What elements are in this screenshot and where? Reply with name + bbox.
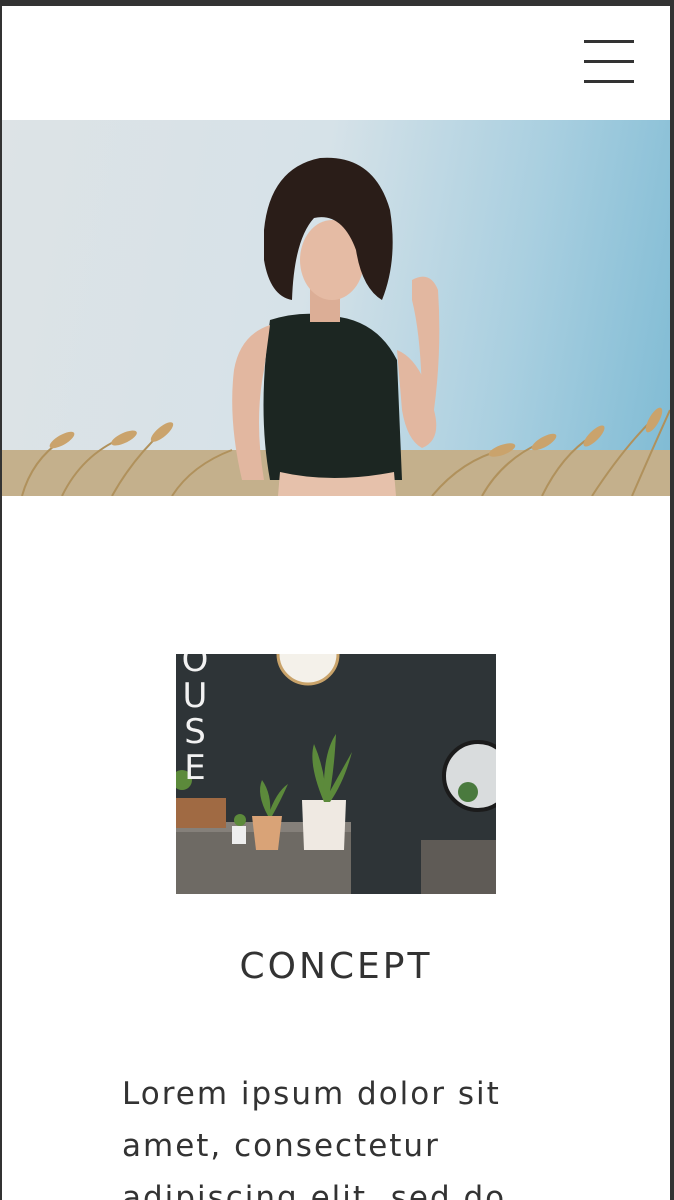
- concept-image: O U S E: [176, 654, 496, 894]
- concept-heading: CONCEPT: [239, 946, 433, 987]
- concept-paragraph: Lorem ipsum dolor sit amet, consectetur …: [122, 1076, 507, 1200]
- menu-bar-bottom: [584, 80, 634, 83]
- page: O U S E CONCEPT Lorem ipsum dolor sit am…: [2, 6, 670, 1200]
- menu-bar-middle: [584, 60, 634, 63]
- wall-letter: S: [184, 712, 206, 752]
- hero-photo: [2, 157, 670, 496]
- hamburger-menu-icon[interactable]: [582, 40, 636, 86]
- wall-letters: O U S E: [180, 654, 210, 786]
- wall-letter: O: [181, 654, 209, 680]
- menu-bar-top: [584, 40, 634, 43]
- concept-photo: [176, 654, 496, 894]
- site-header: [2, 6, 670, 120]
- wall-letter: E: [184, 748, 206, 788]
- wall-letter: U: [182, 676, 208, 716]
- hero-image: [2, 120, 670, 496]
